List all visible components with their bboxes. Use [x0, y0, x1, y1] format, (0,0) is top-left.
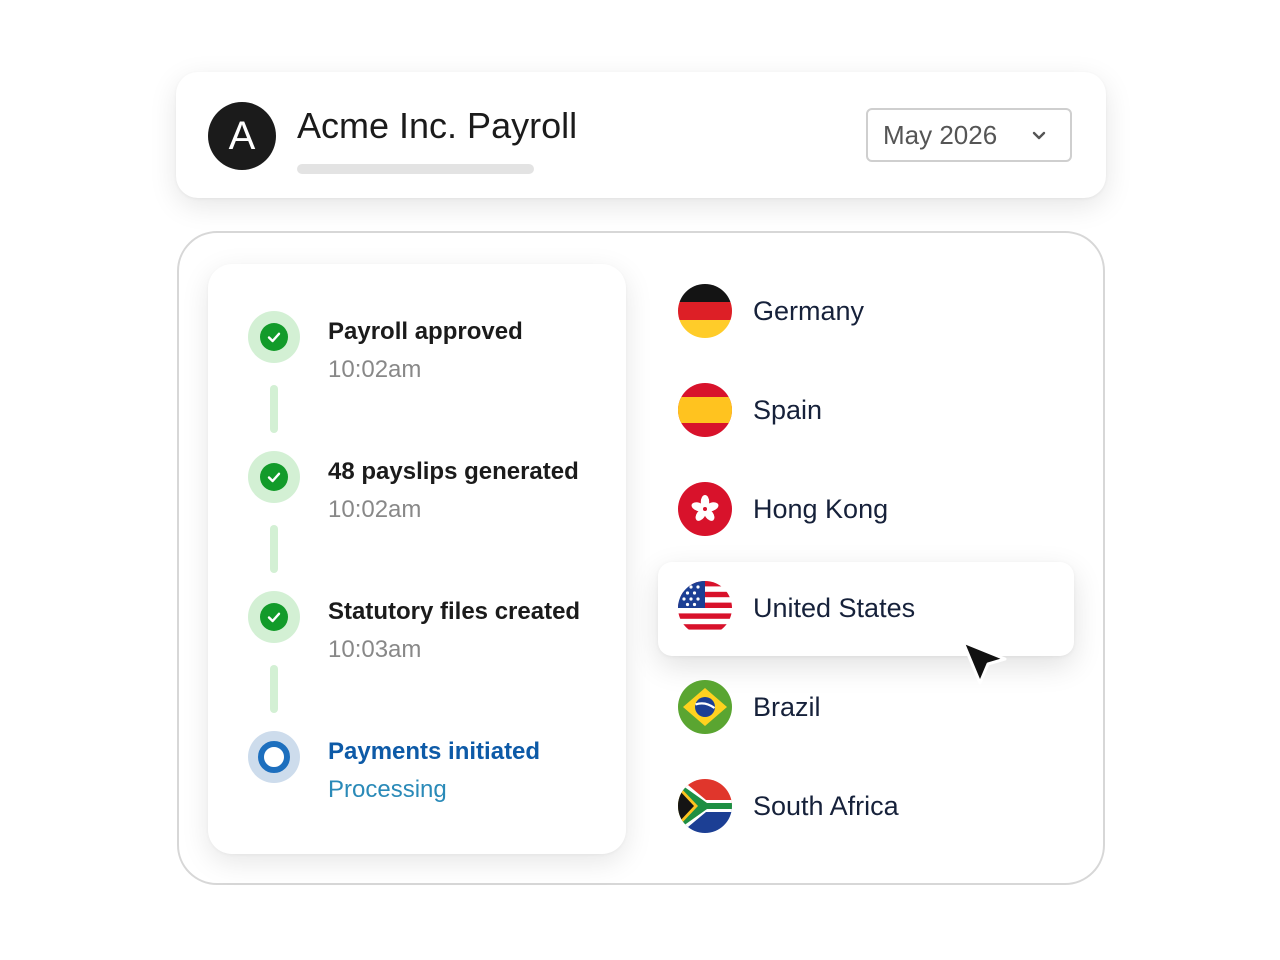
country-name: South Africa — [753, 790, 899, 821]
united-states-flag-icon — [678, 581, 732, 635]
mouse-pointer-icon — [961, 640, 1007, 685]
germany-flag-icon — [678, 284, 732, 338]
month-select-value: May 2026 — [883, 119, 998, 150]
step-in-progress-indicator — [248, 731, 300, 783]
step-time: 10:02am — [328, 356, 422, 383]
hong-kong-flag-icon — [678, 482, 732, 536]
month-select[interactable]: May 2026 — [866, 108, 1072, 162]
step-time: 10:02am — [328, 496, 422, 523]
title-placeholder-bar — [297, 164, 534, 174]
step-title: Statutory files created — [328, 598, 581, 625]
progress-ring-icon — [258, 741, 290, 773]
chevron-down-icon — [1032, 131, 1046, 140]
country-item-germany[interactable]: Germany — [678, 283, 1058, 339]
country-item-south-africa[interactable]: South Africa — [678, 778, 1058, 834]
step-complete-indicator — [248, 451, 300, 503]
step-title: 48 payslips generated — [328, 458, 579, 485]
checkmark-icon — [267, 472, 281, 483]
company-avatar: A — [208, 102, 276, 170]
step-time: 10:03am — [328, 636, 422, 663]
brazil-flag-icon — [678, 680, 732, 734]
country-item-spain[interactable]: Spain — [678, 382, 1058, 438]
step-title: Payments initiated — [328, 738, 541, 765]
step-complete-indicator — [248, 591, 300, 643]
south-africa-flag-icon — [678, 779, 732, 833]
timeline-step-payslips-generated: 48 payslips generated 10:02am — [208, 404, 626, 523]
spain-flag-icon — [678, 383, 732, 437]
step-status: Processing — [328, 776, 447, 803]
country-name: Spain — [753, 394, 823, 425]
step-title: Payroll approved — [328, 318, 523, 345]
checkmark-icon — [267, 612, 281, 623]
country-name: Brazil — [753, 691, 821, 722]
timeline-step-payroll-approved: Payroll approved 10:02am — [208, 264, 626, 383]
payroll-header-card: A Acme Inc. Payroll May 2026 — [176, 72, 1106, 198]
page-title: Acme Inc. Payroll — [297, 105, 578, 146]
country-item-united-states[interactable]: United States — [678, 580, 1058, 636]
payroll-timeline: Payroll approved 10:02am 48 payslips gen… — [208, 264, 626, 854]
step-complete-indicator — [248, 311, 300, 363]
country-name: Germany — [753, 295, 865, 326]
country-item-hong-kong[interactable]: Hong Kong — [678, 481, 1058, 537]
country-name: Hong Kong — [753, 493, 889, 524]
country-name: United States — [753, 592, 916, 623]
timeline-step-payments-initiated: Payments initiated Processing — [208, 684, 626, 803]
timeline-step-statutory-files: Statutory files created 10:03am — [208, 544, 626, 663]
checkmark-icon — [267, 332, 281, 343]
